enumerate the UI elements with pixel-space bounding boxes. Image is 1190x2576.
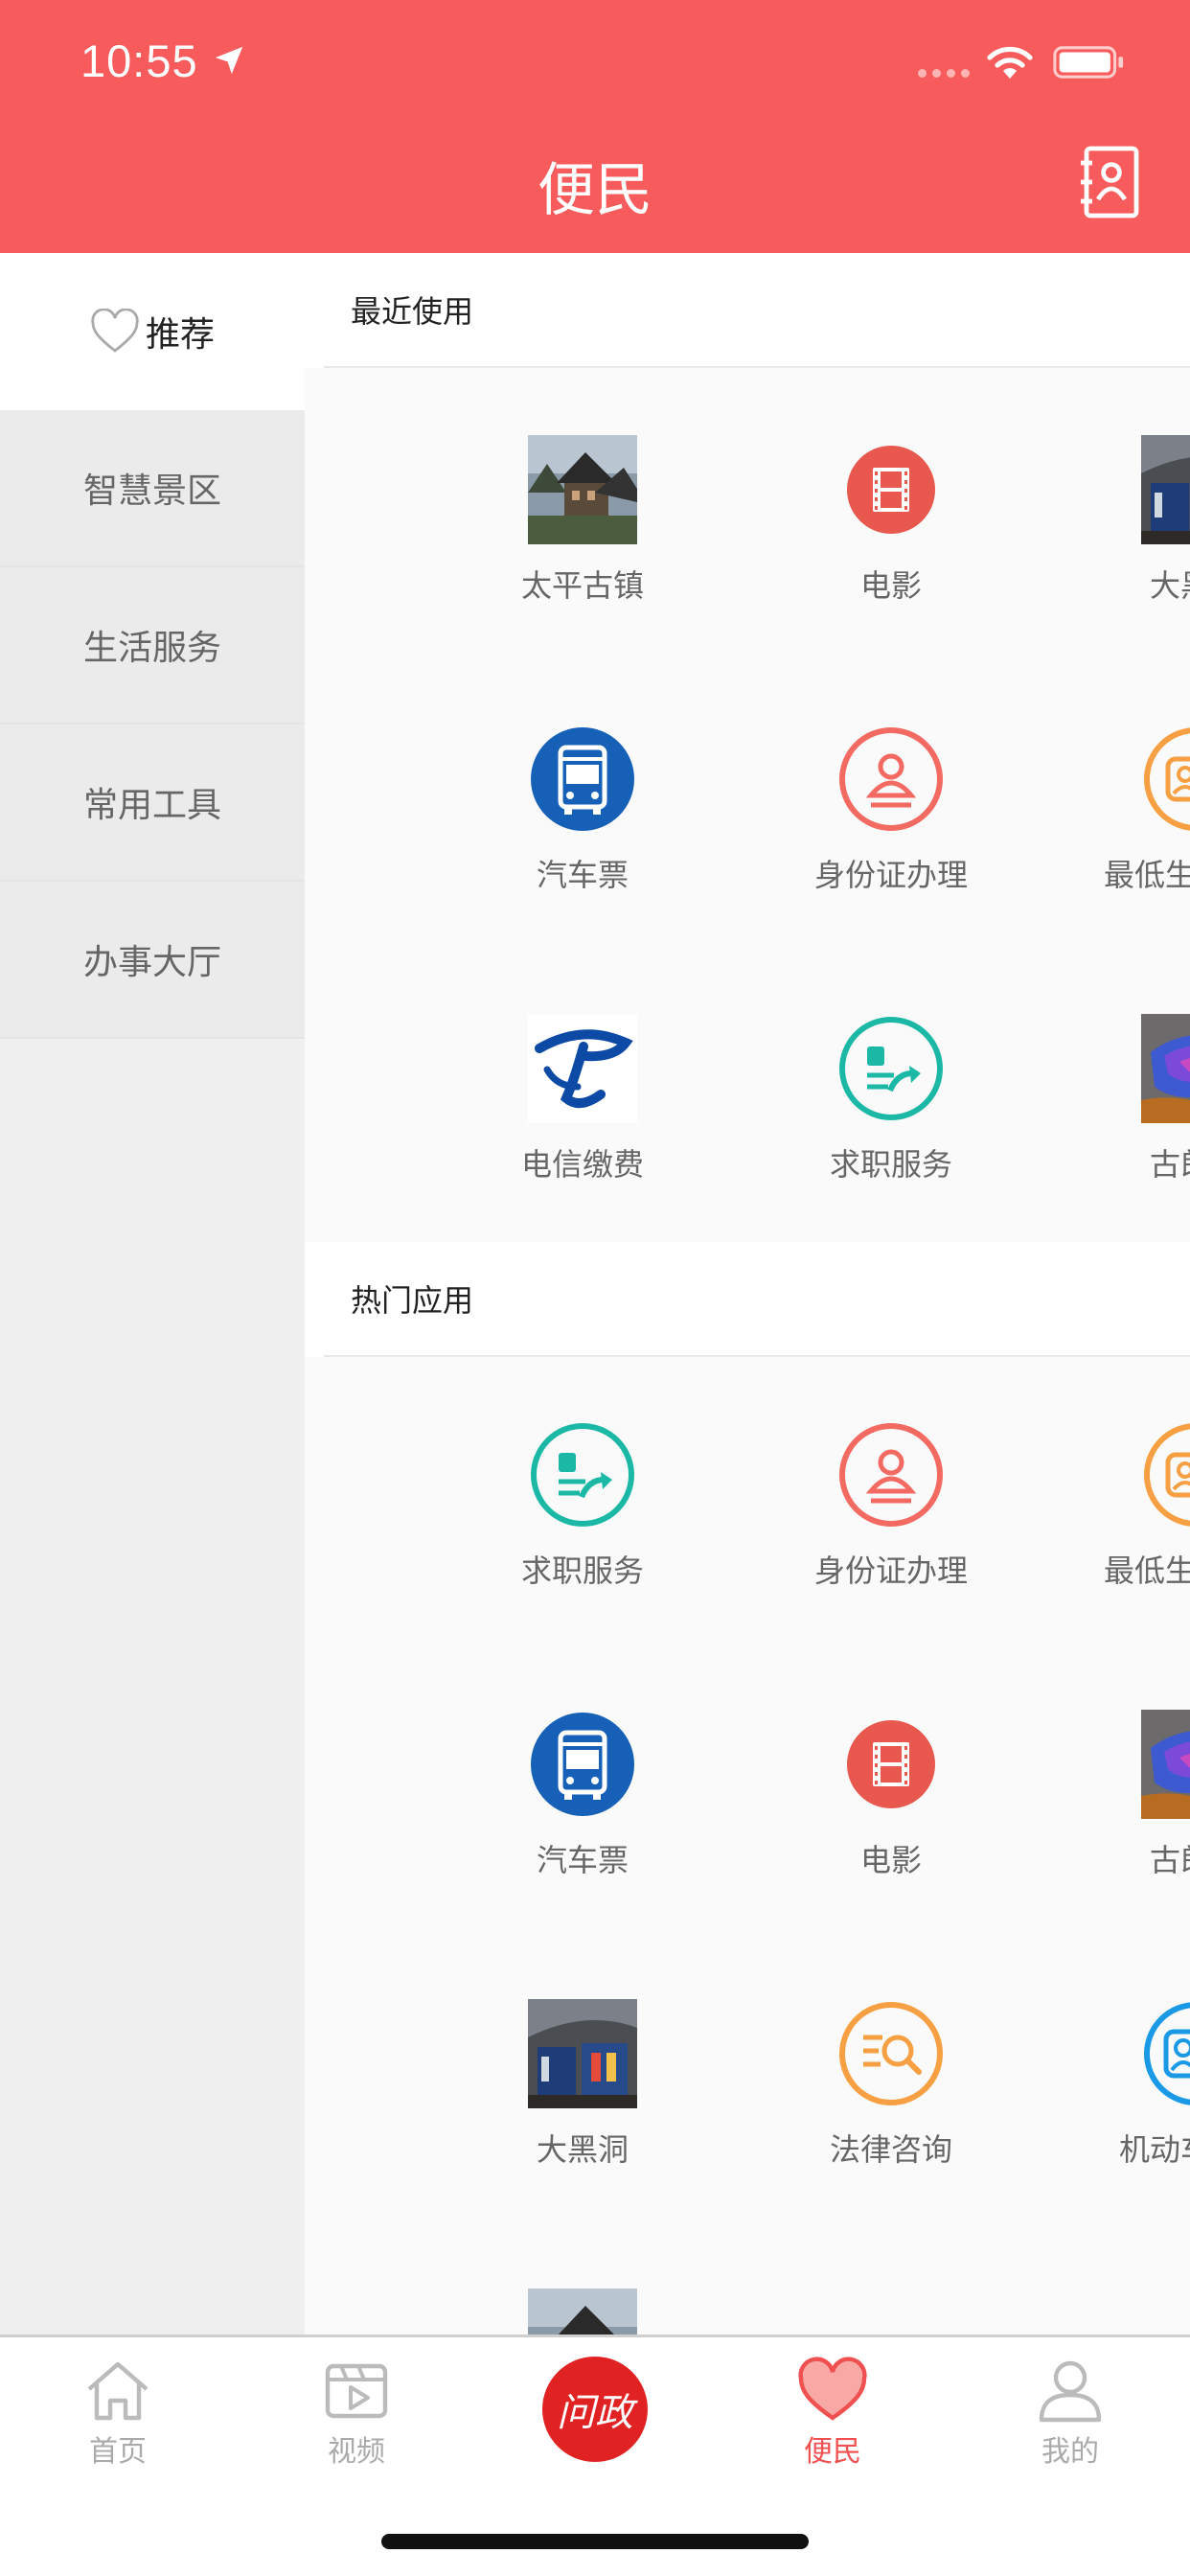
cave-photo: [528, 1999, 637, 2108]
tile-label: 大黑洞: [536, 2131, 629, 2168]
job-icon: [836, 1014, 946, 1123]
sidebar-item-smart-scenic[interactable]: 智慧景区: [0, 410, 305, 567]
tile-label: 汽车票: [536, 1842, 629, 1878]
job-icon: [528, 1420, 637, 1530]
tile-label: 身份证办理: [813, 1552, 968, 1589]
tab-label: 便民: [804, 2435, 861, 2469]
tab-convenience[interactable]: 便民: [761, 2357, 904, 2481]
status-time: 10:55: [80, 35, 198, 86]
service-tile-taiping-town[interactable]: 太平古镇: [439, 435, 726, 675]
sidebar-item-label: 生活服务: [82, 629, 221, 668]
page-title: 便民: [538, 157, 652, 224]
section-title: 最近使用: [351, 293, 474, 330]
wenzheng-button[interactable]: 问政: [542, 2357, 648, 2462]
welfare-icon: [1141, 1420, 1190, 1530]
tile-label: 汽车票: [536, 857, 629, 893]
tile-label: 古郎洞: [1149, 1146, 1190, 1183]
tile-label: 电影: [859, 567, 922, 604]
service-tile-gulang-cave[interactable]: 古郎洞: [1052, 1710, 1190, 1949]
service-tile-movie[interactable]: 电影: [747, 435, 1035, 675]
tile-label: 求职服务: [829, 1146, 952, 1183]
tile-label: 法律咨询: [829, 2131, 952, 2168]
legal-icon: [836, 1999, 946, 2108]
tab-label: 首页: [89, 2435, 147, 2469]
cave-photo: [1141, 435, 1190, 544]
service-tile-partial[interactable]: [439, 2288, 726, 2334]
service-tile-dahei-cave[interactable]: 大黑洞: [1052, 435, 1190, 675]
app-header: 10:55 便民: [0, 0, 1190, 253]
section-title: 热门应用: [351, 1282, 474, 1319]
video-icon: [325, 2363, 388, 2419]
service-tile-gulang-cave[interactable]: 古郎洞: [1052, 1014, 1190, 1254]
service-tile-job[interactable]: 求职服务: [439, 1420, 726, 1660]
category-sidebar: 推荐 智慧景区 生活服务 常用工具 办事大厅: [0, 253, 305, 2334]
sidebar-item-life-services[interactable]: 生活服务: [0, 567, 305, 724]
home-indicator[interactable]: [381, 2534, 809, 2549]
cave-photo: [1141, 1014, 1190, 1123]
welfare-icon: [1141, 724, 1190, 834]
tile-label: 大黑洞: [1149, 567, 1190, 604]
service-tile-min-living[interactable]: 最低生活保障: [1052, 1420, 1190, 1660]
tile-label: 古郎洞: [1149, 1842, 1190, 1878]
sidebar-item-label: 推荐: [145, 315, 215, 355]
sidebar-item-service-hall[interactable]: 办事大厅: [0, 882, 305, 1039]
location-arrow-icon: [215, 46, 243, 75]
divider: [324, 1355, 1190, 1357]
film-icon: [836, 1710, 946, 1819]
contacts-book-icon[interactable]: [1079, 146, 1140, 218]
service-tile-bus-ticket[interactable]: 汽车票: [439, 1710, 726, 1949]
sidebar-item-label: 智慧景区: [82, 472, 221, 511]
town-photo: [528, 435, 637, 544]
heart-icon: [798, 2357, 867, 2421]
tab-label: 我的: [1041, 2435, 1099, 2469]
tile-label: 最低生活保障: [1103, 857, 1190, 893]
service-tile-id-card[interactable]: 身份证办理: [747, 724, 1035, 964]
bus-icon: [528, 1710, 637, 1819]
sidebar-item-recommend[interactable]: 推荐: [0, 253, 305, 410]
service-tile-min-living[interactable]: 最低生活保障: [1052, 724, 1190, 964]
bus-icon: [528, 724, 637, 834]
tile-label: 求职服务: [520, 1552, 644, 1589]
id-card-icon: [836, 724, 946, 834]
tab-mine[interactable]: 我的: [998, 2357, 1142, 2481]
service-tile-movie[interactable]: 电影: [747, 1710, 1035, 1949]
service-tile-job[interactable]: 求职服务: [747, 1014, 1035, 1254]
tile-label: 身份证办理: [813, 857, 968, 893]
service-tile-bus-ticket[interactable]: 汽车票: [439, 724, 726, 964]
tile-label: 机动车补证: [1118, 2131, 1190, 2168]
home-icon: [87, 2361, 149, 2421]
tile-label: 最低生活保障: [1103, 1552, 1190, 1589]
tab-label: 视频: [328, 2435, 385, 2469]
hot-section-header: 热门应用: [305, 1242, 1190, 1357]
sidebar-item-tools[interactable]: 常用工具: [0, 724, 305, 882]
cellular-signal-icon: [918, 69, 970, 78]
wifi-icon: [987, 46, 1033, 79]
tile-label: 电影: [859, 1842, 922, 1878]
heart-outline-icon: [91, 309, 139, 353]
service-tile-legal[interactable]: 法律咨询: [747, 1999, 1035, 2239]
cave-photo: [1141, 1710, 1190, 1819]
tab-home[interactable]: 首页: [46, 2357, 190, 2481]
tile-label: 电信缴费: [520, 1146, 644, 1183]
id-card-icon: [836, 1420, 946, 1530]
vehicle-cert-icon: [1141, 1999, 1190, 2108]
divider: [324, 366, 1190, 368]
sidebar-item-label: 常用工具: [82, 786, 221, 825]
telecom-icon: [528, 1014, 637, 1123]
tile-label: 太平古镇: [520, 567, 644, 604]
wenzheng-logo: 问政: [557, 2391, 633, 2435]
user-icon: [1039, 2360, 1102, 2423]
film-icon: [836, 435, 946, 544]
battery-icon: [1053, 46, 1124, 79]
town-photo: [528, 2288, 637, 2334]
service-content: 最近使用 太平古镇 电影 大 汽车票 身份证办理 最低生 电信缴费 求职服务 古…: [305, 253, 1190, 2334]
tab-video[interactable]: 视频: [285, 2357, 428, 2481]
service-tile-dahei-cave[interactable]: 大黑洞: [439, 1999, 726, 2239]
service-tile-telecom[interactable]: 电信缴费: [439, 1014, 726, 1254]
service-tile-vehicle-cert[interactable]: 机动车补证: [1052, 1999, 1190, 2239]
sidebar-item-label: 办事大厅: [82, 943, 221, 982]
service-tile-id-card[interactable]: 身份证办理: [747, 1420, 1035, 1660]
recent-section-header: 最近使用: [305, 253, 1190, 368]
